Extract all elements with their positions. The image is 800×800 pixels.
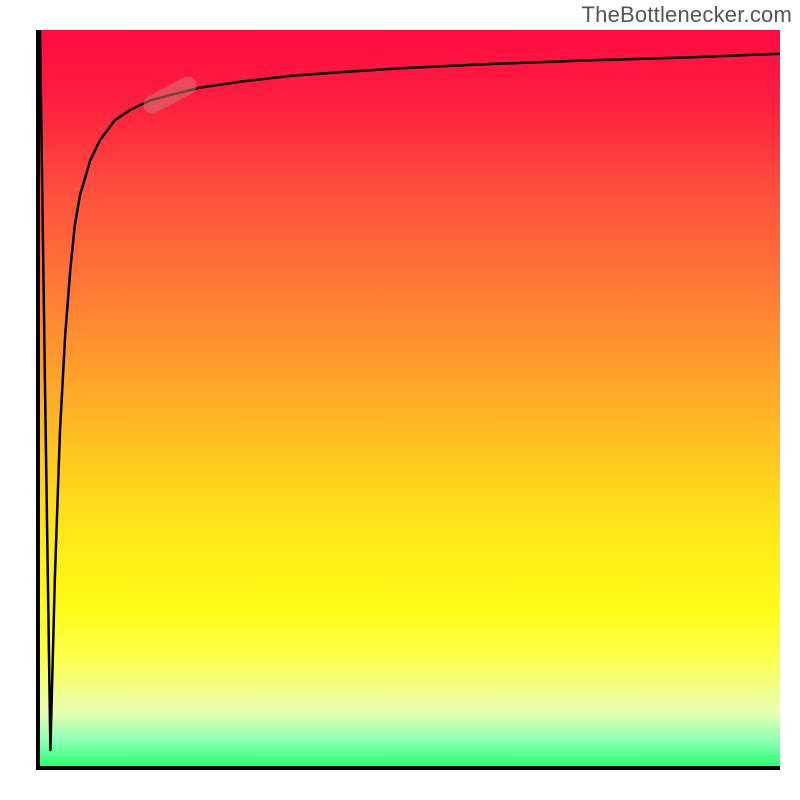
x-axis [36, 766, 780, 770]
y-axis [36, 30, 40, 770]
attribution-label: TheBottlenecker.com [582, 2, 792, 28]
chart-container: TheBottlenecker.com [0, 0, 800, 800]
plot-gradient-background [40, 30, 780, 770]
